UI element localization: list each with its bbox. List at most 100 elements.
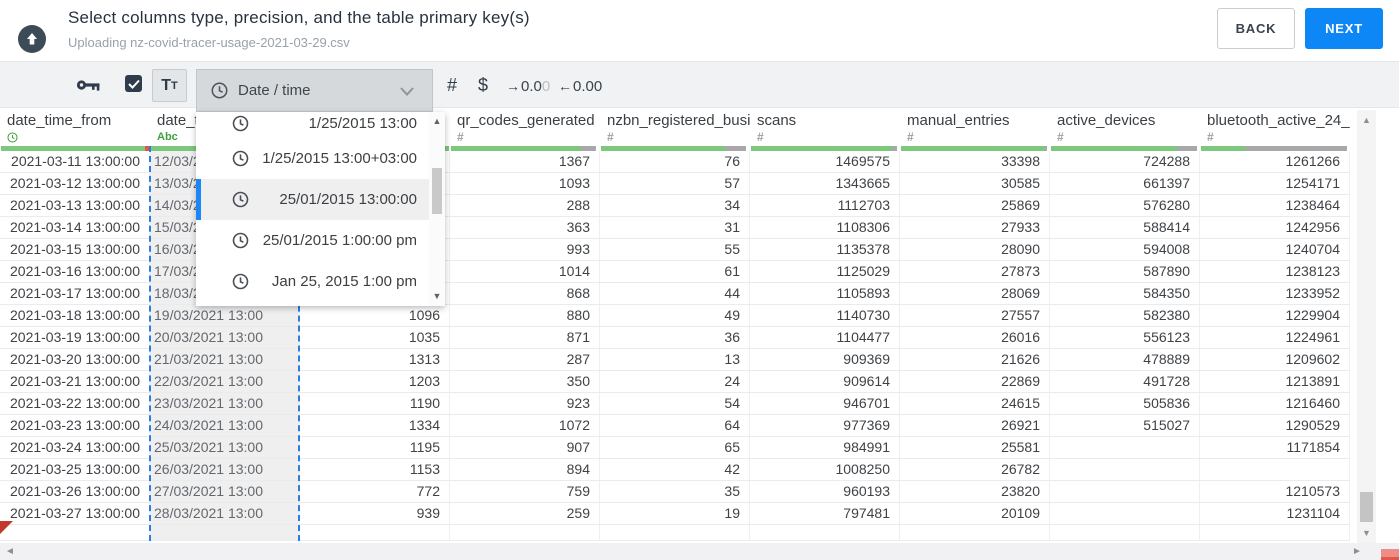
table-cell[interactable]: 1135378 [750, 239, 900, 260]
table-cell[interactable]: 759 [450, 481, 600, 502]
column-header[interactable]: bluetooth_active_24_hr_# [1200, 110, 1350, 151]
scroll-left-arrow[interactable]: ◄ [5, 546, 15, 557]
column-header[interactable]: scans # [750, 110, 900, 151]
table-cell[interactable]: 491728 [1050, 371, 1200, 392]
table-cell[interactable]: 1233952 [1200, 283, 1350, 304]
table-cell[interactable]: 515027 [1050, 415, 1200, 436]
table-cell[interactable]: 25869 [900, 195, 1050, 216]
table-cell[interactable]: 1093 [450, 173, 600, 194]
table-cell[interactable]: 797481 [750, 503, 900, 524]
table-cell[interactable]: 350 [450, 371, 600, 392]
table-cell[interactable]: 2021-03-13 13:00:00 [0, 195, 150, 216]
dropdown-scrollbar[interactable]: ▲ ▼ [429, 112, 445, 306]
table-cell[interactable]: 64 [600, 415, 750, 436]
table-cell[interactable]: 25581 [900, 437, 1050, 458]
table-cell[interactable]: 1216460 [1200, 393, 1350, 414]
table-cell[interactable]: 2021-03-20 13:00:00 [0, 349, 150, 370]
table-cell[interactable]: 2021-03-22 13:00:00 [0, 393, 150, 414]
table-cell[interactable]: 582380 [1050, 305, 1200, 326]
table-cell[interactable]: 27/03/2021 13:00 [150, 481, 300, 502]
table-cell[interactable]: 27873 [900, 261, 1050, 282]
table-cell[interactable]: 1104477 [750, 327, 900, 348]
table-cell[interactable]: 1210573 [1200, 481, 1350, 502]
table-cell[interactable]: 28/03/2021 13:00 [150, 503, 300, 524]
table-cell[interactable]: 76 [600, 151, 750, 172]
table-cell[interactable]: 1105893 [750, 283, 900, 304]
table-cell[interactable] [1050, 481, 1200, 502]
table-cell[interactable] [900, 525, 1050, 540]
table-cell[interactable]: 1254171 [1200, 173, 1350, 194]
decrease-decimal-button[interactable]: ← 0.00 [558, 76, 602, 96]
column-header[interactable]: manual_entries # [900, 110, 1050, 151]
include-column-checkbox[interactable] [125, 75, 142, 92]
table-cell[interactable]: 2021-03-27 13:00:00 [0, 503, 150, 524]
column-header[interactable]: date_time_from [0, 110, 150, 151]
table-cell[interactable]: 2021-03-19 13:00:00 [0, 327, 150, 348]
text-type-button[interactable]: TT [152, 69, 187, 102]
table-cell[interactable]: 1140730 [750, 305, 900, 326]
table-cell[interactable]: 36 [600, 327, 750, 348]
table-cell[interactable]: 907 [450, 437, 600, 458]
table-cell[interactable] [150, 525, 300, 540]
table-cell[interactable]: 909369 [750, 349, 900, 370]
table-cell[interactable]: 21/03/2021 13:00 [150, 349, 300, 370]
table-cell[interactable] [750, 525, 900, 540]
table-cell[interactable]: 880 [450, 305, 600, 326]
table-cell[interactable]: 1334 [300, 415, 450, 436]
table-cell[interactable]: 23/03/2021 13:00 [150, 393, 300, 414]
table-cell[interactable]: 30585 [900, 173, 1050, 194]
table-cell[interactable]: 584350 [1050, 283, 1200, 304]
scroll-right-arrow[interactable]: ► [1352, 546, 1362, 557]
table-cell[interactable]: 977369 [750, 415, 900, 436]
table-cell[interactable]: 1313 [300, 349, 450, 370]
table-cell[interactable]: 35 [600, 481, 750, 502]
table-cell[interactable]: 960193 [750, 481, 900, 502]
table-cell[interactable]: 923 [450, 393, 600, 414]
currency-type-button[interactable]: $ [473, 74, 493, 96]
table-cell[interactable]: 772 [300, 481, 450, 502]
vertical-scrollbar[interactable]: ▲ ▼ [1357, 110, 1376, 543]
table-cell[interactable]: 1014 [450, 261, 600, 282]
table-cell[interactable]: 1261266 [1200, 151, 1350, 172]
table-cell[interactable]: 556123 [1050, 327, 1200, 348]
table-cell[interactable]: 1231104 [1200, 503, 1350, 524]
table-cell[interactable]: 1240704 [1200, 239, 1350, 260]
table-cell[interactable]: 259 [450, 503, 600, 524]
table-cell[interactable]: 1190 [300, 393, 450, 414]
table-cell[interactable] [1200, 525, 1350, 540]
table-cell[interactable]: 1171854 [1200, 437, 1350, 458]
table-cell[interactable] [1050, 437, 1200, 458]
table-cell[interactable]: 1343665 [750, 173, 900, 194]
dropdown-item[interactable]: Jan 25, 2015 1:00 pm [196, 261, 429, 302]
table-cell[interactable]: 24/03/2021 13:00 [150, 415, 300, 436]
column-header[interactable]: active_devices # [1050, 110, 1200, 151]
table-cell[interactable]: 587890 [1050, 261, 1200, 282]
table-cell[interactable]: 42 [600, 459, 750, 480]
table-cell[interactable] [1050, 459, 1200, 480]
table-cell[interactable]: 946701 [750, 393, 900, 414]
table-cell[interactable]: 20109 [900, 503, 1050, 524]
table-cell[interactable]: 1112703 [750, 195, 900, 216]
table-cell[interactable]: 19/03/2021 13:00 [150, 305, 300, 326]
table-cell[interactable]: 34 [600, 195, 750, 216]
table-cell[interactable]: 1108306 [750, 217, 900, 238]
table-cell[interactable]: 31 [600, 217, 750, 238]
table-cell[interactable] [300, 525, 450, 540]
table-cell[interactable]: 1209602 [1200, 349, 1350, 370]
table-cell[interactable]: 478889 [1050, 349, 1200, 370]
scroll-up-arrow[interactable]: ▲ [1357, 115, 1376, 125]
table-cell[interactable] [1050, 525, 1200, 540]
table-cell[interactable]: 1229904 [1200, 305, 1350, 326]
table-cell[interactable]: 44 [600, 283, 750, 304]
table-cell[interactable]: 1469575 [750, 151, 900, 172]
table-cell[interactable]: 2021-03-25 13:00:00 [0, 459, 150, 480]
table-cell[interactable]: 26921 [900, 415, 1050, 436]
table-cell[interactable] [600, 525, 750, 540]
table-cell[interactable]: 57 [600, 173, 750, 194]
dropdown-item[interactable]: 1/25/2015 13:00 [196, 112, 429, 138]
table-cell[interactable]: 1367 [450, 151, 600, 172]
table-cell[interactable]: 22869 [900, 371, 1050, 392]
table-cell[interactable]: 26016 [900, 327, 1050, 348]
column-header[interactable]: nzbn_registered_busine# [600, 110, 750, 151]
table-cell[interactable]: 1213891 [1200, 371, 1350, 392]
